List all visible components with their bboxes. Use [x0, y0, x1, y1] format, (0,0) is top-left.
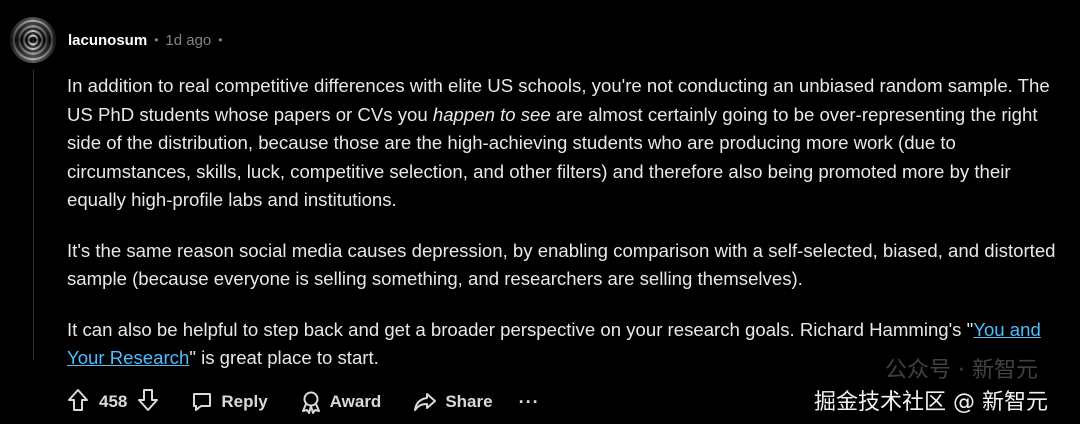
user-avatar[interactable]: [10, 17, 56, 63]
comment-header: lacunosum • 1d ago •: [10, 14, 229, 66]
reply-button[interactable]: Reply: [191, 391, 268, 413]
share-button[interactable]: Share: [413, 391, 493, 413]
watermark: 掘金技术社区 @ 新智元: [814, 390, 1048, 415]
paragraph-text: It can also be helpful to step back and …: [67, 318, 974, 340]
emphasis-text: happen to see: [432, 103, 551, 125]
timestamp[interactable]: 1d ago: [165, 32, 211, 49]
award-button[interactable]: Award: [300, 390, 382, 414]
share-icon: [413, 391, 437, 413]
comment-actions: 458 Reply Award Share ···: [67, 386, 572, 418]
upvote-icon[interactable]: [67, 388, 89, 417]
thread-line[interactable]: [33, 70, 34, 360]
comment-paragraph: It's the same reason social media causes…: [67, 239, 1056, 290]
vote-controls: 458: [67, 388, 159, 417]
separator: •: [218, 33, 223, 47]
paragraph-text: " is great place to start.: [189, 347, 379, 368]
downvote-icon[interactable]: [137, 388, 159, 417]
separator: •: [154, 33, 159, 47]
more-options-icon: ···: [518, 391, 540, 412]
comment-icon: [191, 391, 213, 413]
vote-count: 458: [99, 392, 128, 411]
share-label: Share: [445, 392, 493, 411]
comment-body: In addition to real competitive differen…: [67, 72, 1067, 395]
comment-paragraph: In addition to real competitive differen…: [67, 72, 1067, 215]
reply-label: Reply: [221, 392, 268, 411]
more-options-button[interactable]: ···: [519, 392, 540, 413]
award-label: Award: [329, 392, 382, 411]
watermark-faint: 公众号 · 新智元: [885, 358, 1038, 383]
award-icon: [300, 390, 322, 414]
username[interactable]: lacunosum: [68, 32, 147, 49]
